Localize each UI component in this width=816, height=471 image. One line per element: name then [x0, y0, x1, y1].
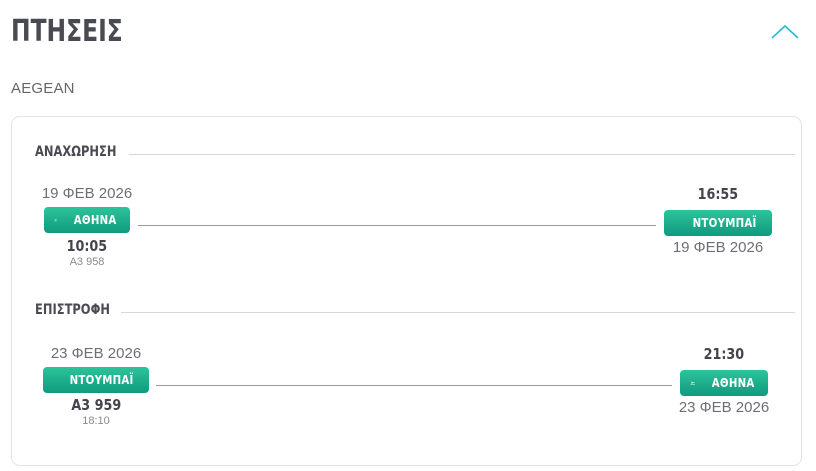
departure-city-badge: ΑΘΗΝΑ	[44, 207, 130, 233]
arrival-time: 16:55	[697, 185, 739, 203]
departure-city: ΝΤΟΥΜΠΑΪ	[70, 373, 134, 387]
plane-departure-icon	[674, 222, 675, 224]
arrival-city: ΑΘΗΝΑ	[711, 376, 755, 390]
arrival-city-badge: ΝΤΟΥΜΠΑΪ	[664, 210, 772, 236]
divider	[121, 312, 795, 313]
departure-time: 10:05	[66, 237, 108, 255]
flights-card: ΑΝΑΧΩΡΗΣΗ 19 ΦΕΒ 2026 ΑΘΗΝΑ 10:05 A3 958…	[11, 116, 802, 466]
arrival-city: ΝΤΟΥΜΠΑΪ	[692, 216, 757, 230]
collapse-button[interactable]	[770, 22, 800, 42]
route-line	[156, 385, 672, 386]
return-departure: 23 ΦΕΒ 2026 ΝΤΟΥΜΠΑΪ A3 959 18:10	[35, 345, 157, 427]
arrival-date: 19 ΦΕΒ 2026	[672, 239, 764, 256]
outbound-departure: 19 ΦΕΒ 2026 ΑΘΗΝΑ 10:05 A3 958	[35, 185, 139, 268]
outbound-arrival: 16:55 ΝΤΟΥΜΠΑΪ 19 ΦΕΒ 2026	[657, 185, 779, 256]
plane-departure-icon	[690, 381, 695, 385]
plane-departure-icon	[54, 218, 58, 222]
outbound-section-header: ΑΝΑΧΩΡΗΣΗ	[35, 144, 795, 164]
departure-date: 23 ΦΕΒ 2026	[50, 345, 142, 362]
divider	[129, 154, 795, 155]
flight-number: A3 958	[69, 256, 105, 268]
departure-city-badge: ΝΤΟΥΜΠΑΪ	[43, 367, 149, 393]
flight-number: A3 959	[71, 396, 121, 414]
return-arrival: 21:30 ΑΘΗΝΑ 23 ΦΕΒ 2026	[670, 345, 778, 416]
departure-date: 19 ΦΕΒ 2026	[41, 185, 133, 202]
arrival-city-badge: ΑΘΗΝΑ	[680, 370, 768, 396]
arrival-date: 23 ΦΕΒ 2026	[678, 399, 770, 416]
outbound-label: ΑΝΑΧΩΡΗΣΗ	[35, 144, 117, 160]
return-label: ΕΠΙΣΤΡΟΦΗ	[35, 302, 110, 318]
arrival-time: 21:30	[703, 345, 745, 363]
return-section-header: ΕΠΙΣΤΡΟΦΗ	[35, 302, 795, 322]
route-line	[138, 225, 656, 226]
airline-name: AEGEAN	[11, 80, 75, 97]
page-title: ΠΤΗΣΕΙΣ	[11, 14, 123, 49]
departure-time: 18:10	[82, 415, 110, 427]
chevron-up-icon	[771, 24, 799, 39]
departure-city: ΑΘΗΝΑ	[73, 213, 117, 227]
